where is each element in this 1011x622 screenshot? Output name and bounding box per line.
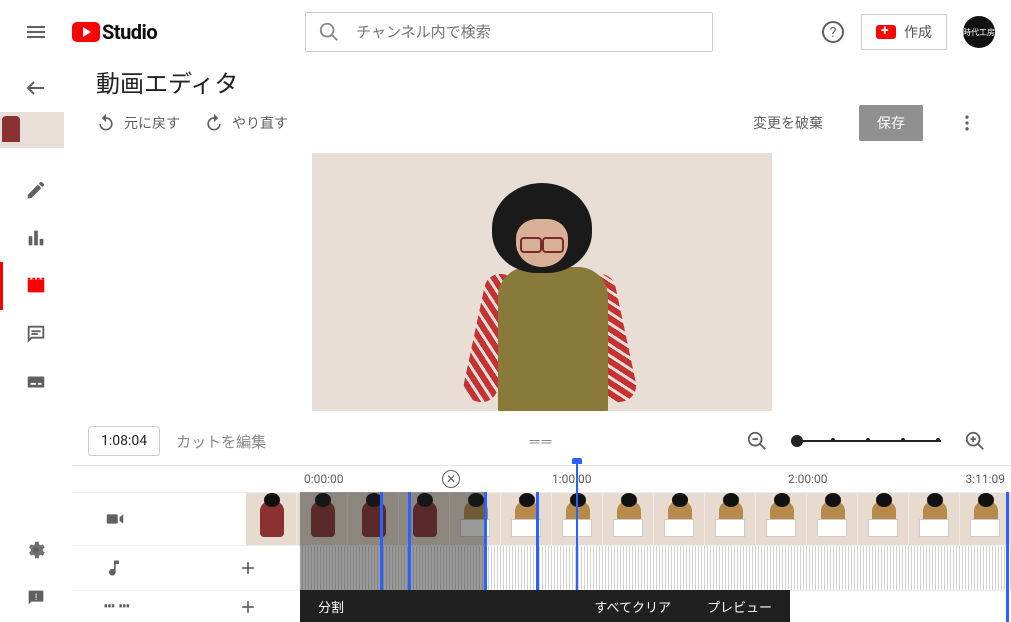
nav-feedback[interactable]: ! [0, 574, 72, 622]
avatar-text: 時代工房 [963, 27, 995, 38]
search-icon [318, 21, 340, 43]
save-button[interactable]: 保存 [859, 105, 923, 141]
video-track-header [72, 493, 246, 545]
youtube-play-icon [72, 22, 100, 42]
redo-icon [204, 113, 224, 133]
analytics-icon [25, 227, 47, 249]
ruler-tick-start: 0:00:00 [304, 472, 344, 486]
topbar: Studio ? 作成 時代工房 [0, 0, 1011, 64]
music-note-icon [104, 558, 124, 578]
split-button[interactable]: 分割 [300, 597, 362, 616]
undo-icon [96, 113, 116, 133]
zoom-out-icon [746, 430, 768, 452]
nav-settings[interactable] [0, 526, 72, 574]
create-button[interactable]: 作成 [861, 14, 947, 50]
help-icon: ? [821, 20, 845, 44]
discard-button[interactable]: 変更を破棄 [741, 105, 835, 141]
ruler-tick-1h: 1:00:00 [552, 472, 592, 486]
cut-action-bar: 分割 すべてクリア プレビュー [300, 590, 790, 622]
brand-text: Studio [102, 20, 157, 44]
feedback-icon: ! [25, 587, 47, 609]
gear-icon [25, 539, 47, 561]
nav-details[interactable] [0, 166, 72, 214]
video-track-body[interactable] [246, 493, 1011, 545]
pencil-icon [25, 179, 47, 201]
trim-handle-end[interactable] [1006, 492, 1009, 622]
camera-icon [104, 508, 126, 530]
more-options-button[interactable] [947, 103, 987, 143]
subtitles-icon [25, 371, 47, 393]
video-track [72, 492, 1011, 545]
zoom-slider[interactable] [791, 440, 941, 442]
help-button[interactable]: ? [813, 12, 853, 52]
left-nav: ! [0, 64, 72, 622]
account-avatar[interactable]: 時代工房 [963, 16, 995, 48]
svg-text:?: ? [830, 25, 837, 41]
preview-button[interactable]: プレビュー [689, 597, 790, 616]
zoom-in-icon [964, 430, 986, 452]
comments-icon [25, 323, 47, 345]
ruler-tick-end: 3:11:09 [965, 472, 1005, 486]
main-content: 動画エディタ 元に戻す やり直す 変更を破棄 保存 [72, 64, 1011, 622]
undo-label: 元に戻す [124, 113, 180, 133]
menu-icon [24, 20, 48, 44]
audio-track-body[interactable] [300, 546, 1011, 590]
editor-toolbar: 元に戻す やり直す 変更を破棄 保存 [72, 99, 1011, 147]
nav-subtitles[interactable] [0, 358, 72, 406]
time-position-input[interactable]: 1:08:04 [88, 426, 160, 456]
add-effect-icon[interactable] [238, 597, 258, 617]
effects-track-header: ┅┅ [72, 591, 300, 622]
create-icon [876, 25, 896, 39]
audio-track [72, 545, 1011, 590]
create-label: 作成 [904, 22, 932, 42]
editor-icon [25, 275, 47, 297]
menu-button[interactable] [16, 12, 56, 52]
nav-analytics[interactable] [0, 214, 72, 262]
effects-icon: ┅┅ [104, 596, 134, 617]
clear-cut-button[interactable]: ✕ [442, 470, 460, 488]
zoom-out-button[interactable] [737, 421, 777, 461]
panel-drag-handle[interactable]: ══ [530, 433, 554, 450]
add-audio-icon[interactable] [238, 558, 258, 578]
back-button[interactable] [16, 68, 56, 108]
video-thumbnail[interactable] [0, 112, 64, 148]
nav-editor[interactable] [0, 262, 72, 310]
zoom-in-button[interactable] [955, 421, 995, 461]
edit-cut-label[interactable]: カットを編集 [176, 431, 266, 452]
back-arrow-icon [24, 76, 48, 100]
preview-frame [312, 153, 772, 411]
search-box[interactable] [305, 12, 713, 52]
more-vertical-icon [957, 113, 977, 133]
undo-button[interactable]: 元に戻す [96, 113, 180, 133]
ruler-tick-2h: 2:00:00 [788, 472, 828, 486]
studio-logo[interactable]: Studio [72, 20, 157, 44]
timeline-controls: 1:08:04 カットを編集 ══ [72, 417, 1011, 465]
redo-button[interactable]: やり直す [204, 113, 288, 133]
audio-track-header [72, 546, 300, 590]
redo-label: やり直す [232, 113, 288, 133]
search-input[interactable] [356, 23, 700, 41]
clear-all-button[interactable]: すべてクリア [576, 597, 689, 616]
nav-comments[interactable] [0, 310, 72, 358]
video-preview[interactable] [72, 147, 1011, 417]
timeline-ruler[interactable]: 0:00:00 ✕ 1:00:00 2:00:00 3:11:09 [72, 466, 1011, 492]
page-title: 動画エディタ [96, 64, 987, 99]
svg-text:!: ! [35, 593, 37, 603]
